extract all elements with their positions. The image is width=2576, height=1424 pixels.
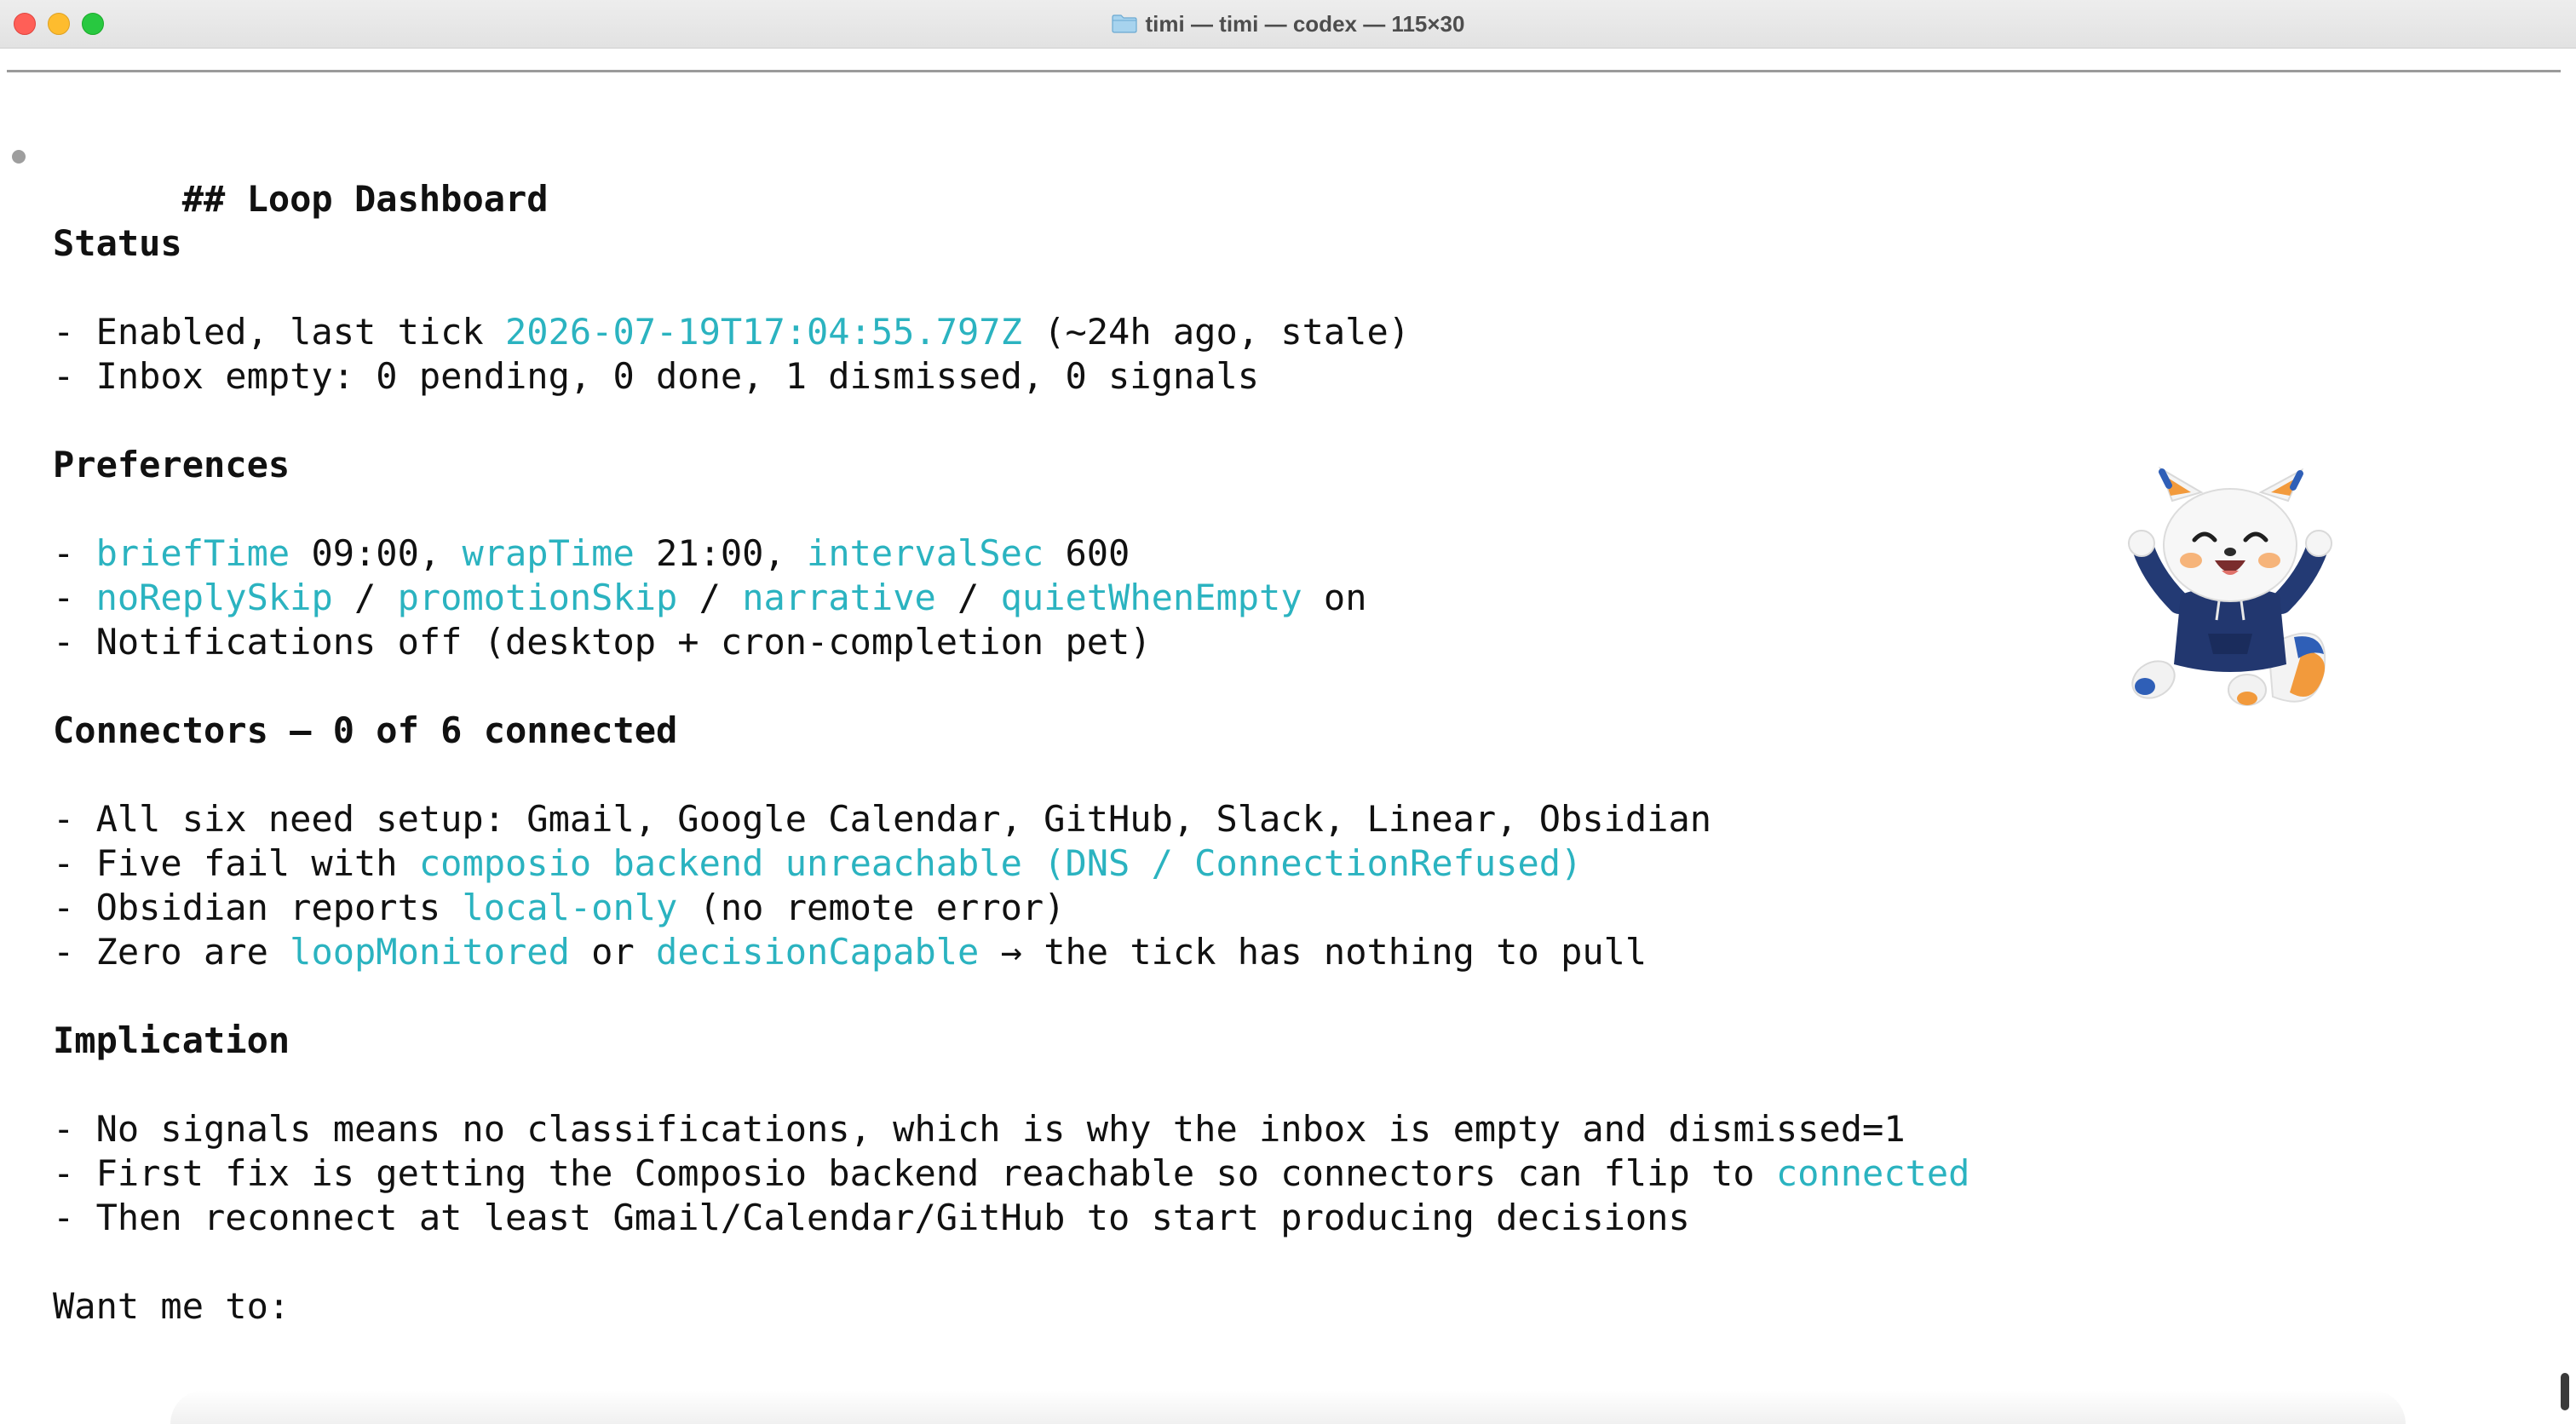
terminal-window: timi — timi — codex — 115×30 ## Loop Das…	[0, 0, 2576, 1424]
bullet-dot-icon	[12, 150, 26, 164]
terminal-output: ## Loop Dashboard Status - Enabled, last…	[0, 133, 2521, 1329]
implication-heading: Implication	[53, 1019, 290, 1061]
vertical-scrollbar[interactable]	[2561, 1373, 2569, 1410]
status-line-inbox: - Inbox empty: 0 pending, 0 done, 1 dism…	[53, 355, 1260, 397]
prompt-line: Want me to:	[53, 1285, 290, 1327]
connectors-line-fail: - Five fail with composio backend unreac…	[53, 842, 1583, 884]
window-title-area: timi — timi — codex — 115×30	[0, 0, 2576, 48]
connectors-line-zero: - Zero are loopMonitored or decisionCapa…	[53, 931, 1647, 973]
connectors-line-setup: - All six need setup: Gmail, Google Cale…	[53, 798, 1712, 840]
connectors-line-obsidian: - Obsidian reports local-only (no remote…	[53, 887, 1066, 928]
status-line-enabled: - Enabled, last tick 2026-07-19T17:04:55…	[53, 311, 1411, 353]
folder-icon	[1111, 14, 1137, 33]
status-heading: Status	[53, 222, 182, 264]
implication-line-signals: - No signals means no classifications, w…	[53, 1108, 1906, 1150]
implication-line-fix: - First fix is getting the Composio back…	[53, 1152, 1970, 1194]
fox-mascot-icon	[2119, 466, 2341, 714]
separator-rule	[7, 70, 2561, 72]
dashboard-heading: ## Loop Dashboard	[0, 133, 2521, 220]
connectors-heading: Connectors — 0 of 6 connected	[53, 709, 678, 751]
implication-line-reconnect: - Then reconnect at least Gmail/Calendar…	[53, 1197, 1690, 1238]
bottom-shadow	[170, 1390, 2406, 1424]
title-bar[interactable]: timi — timi — codex — 115×30	[0, 0, 2576, 49]
last-tick-timestamp: 2026-07-19T17:04:55.797Z	[505, 311, 1022, 353]
window-title: timi — timi — codex — 115×30	[1145, 10, 1465, 37]
